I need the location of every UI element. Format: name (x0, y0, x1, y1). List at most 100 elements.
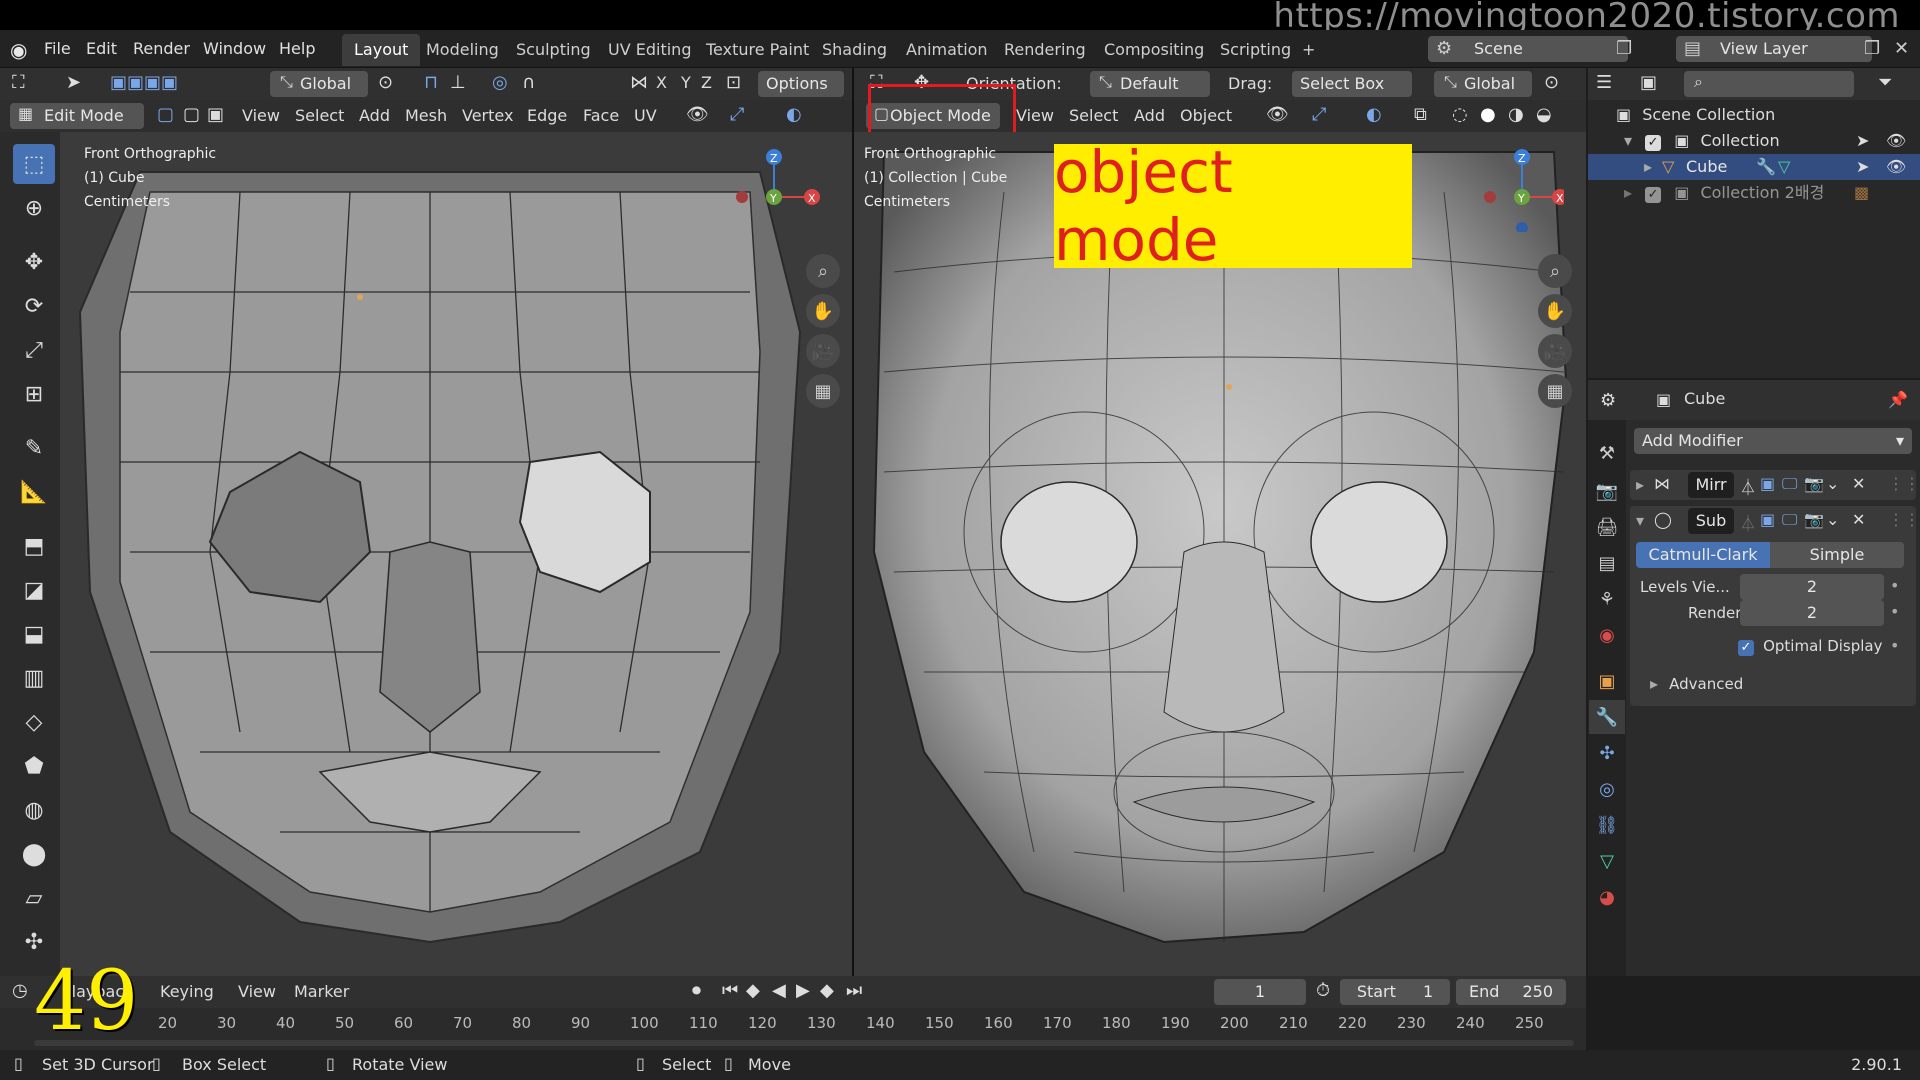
vertex-select-icon[interactable]: ▢ (157, 104, 174, 125)
overlay-toggle-icon[interactable]: ◐ (786, 104, 802, 125)
axis-y[interactable]: Y (681, 73, 691, 92)
tab-layout[interactable]: Layout (342, 34, 421, 66)
record-icon[interactable]: ⏺ (692, 980, 701, 1001)
sub-drag-handle-icon[interactable]: ⋮⋮ (1888, 510, 1920, 529)
left-menu-mesh[interactable]: Mesh (405, 103, 447, 129)
sub-delete-icon[interactable]: ✕ (1852, 510, 1865, 529)
annotate-tool-icon[interactable]: ✎ (13, 428, 55, 468)
box-select-icon[interactable]: ▣▣▣▣ (110, 72, 178, 93)
falloff-icon[interactable]: ∩ (522, 72, 535, 93)
tab-animation[interactable]: Animation (894, 34, 1000, 66)
outliner-type-icon[interactable]: ☰ (1596, 72, 1612, 93)
new-view-layer-icon[interactable]: ❐ (1864, 38, 1880, 59)
mirror-name-field[interactable]: Mirr (1688, 472, 1734, 498)
play-reverse-icon[interactable]: ◀ (772, 980, 786, 1001)
options-dropdown[interactable]: Options ▾ (758, 71, 844, 119)
snap-target-icon[interactable]: ⊥ (450, 72, 466, 93)
sub-render-icon[interactable]: 📷 (1804, 510, 1824, 529)
object-tab-icon[interactable]: ▣ (1589, 664, 1625, 698)
select-mode-icon[interactable]: ➤ (66, 72, 81, 93)
scene-tab-icon[interactable]: ⚘ (1589, 582, 1625, 616)
edge-select-icon[interactable]: ▢ (183, 104, 200, 125)
filter-icon[interactable]: ⏷ (1878, 72, 1892, 93)
mirror-render-icon[interactable]: 📷 (1804, 474, 1824, 493)
material-tab-icon[interactable]: ◕ (1589, 880, 1625, 914)
left-viewport[interactable]: Front Orthographic (1) Cube Centimeters … (60, 132, 852, 976)
data-tab-icon[interactable]: ▽ (1589, 844, 1625, 878)
timeline-ruler[interactable]: 20 30 40 50 60 70 80 90 100 110 120 130 140 150 160 170… (0, 1014, 1586, 1038)
expand-icon[interactable]: ▾ (1624, 131, 1632, 150)
snap-icon[interactable]: ⊓ (424, 72, 438, 93)
left-menu-face[interactable]: Face (583, 103, 619, 129)
tab-uv-editing[interactable]: UV Editing (596, 34, 703, 66)
camera-icon[interactable]: 🎥 (806, 334, 840, 368)
render-tab-icon[interactable]: 📷 (1589, 474, 1625, 508)
render-levels-field[interactable]: 2 (1740, 600, 1884, 626)
poly-build-tool-icon[interactable]: ⬟ (13, 746, 55, 786)
modifier-tab-icon[interactable]: 🔧 (1589, 700, 1625, 734)
advanced-subpanel[interactable]: ▸ Advanced (1650, 672, 1743, 696)
extrude-tool-icon[interactable]: ⬒ (13, 526, 55, 566)
outliner-search-input[interactable] (1684, 71, 1854, 97)
visibility-eye-icon[interactable]: 👁 (1886, 128, 1906, 154)
properties-type-icon[interactable]: ⚙ (1600, 390, 1616, 411)
new-scene-icon[interactable]: ❐ (1616, 38, 1632, 59)
sub-edit-cage-icon[interactable]: ⏃ (1740, 510, 1756, 534)
pan-icon[interactable]: ✋ (806, 294, 840, 328)
right-pan-icon[interactable]: ✋ (1538, 294, 1572, 328)
right-viewport[interactable]: Front Orthographic (1) Collection | Cube… (854, 132, 1586, 976)
right-menu-add[interactable]: Add (1134, 103, 1165, 129)
loop-cut-tool-icon[interactable]: ▥ (13, 658, 55, 698)
select-tool-icon[interactable]: ⬚ (13, 144, 55, 184)
scale-tool-icon[interactable]: ⤢ (13, 330, 55, 370)
scene-collection-row[interactable]: ▣ Scene Collection (1616, 102, 1775, 128)
sub-viewport-icon[interactable]: 🖵 (1782, 510, 1797, 530)
nav-gizmo-left[interactable]: Z X Y (730, 132, 820, 222)
levels-viewport-field[interactable]: 2 (1740, 574, 1884, 600)
mirror-icon[interactable]: ⋈ (630, 72, 648, 93)
jump-start-icon[interactable]: ⏮ (722, 980, 738, 1001)
right-ortho-icon[interactable]: ▦ (1538, 374, 1572, 408)
cursor-tool-icon[interactable]: ⊕ (13, 188, 55, 228)
right-pivot-icon[interactable]: ⊙ (1544, 72, 1559, 93)
sub-menu-icon[interactable]: ⌄ (1826, 510, 1839, 529)
collection2-expand-icon[interactable]: ▸ (1624, 183, 1632, 202)
outliner-row-cube[interactable]: ▸ ▽ Cube 🔧 ▽ ➤ 👁 (1588, 154, 1920, 180)
axis-z[interactable]: Z (701, 73, 712, 92)
simple-button[interactable]: Simple (1770, 542, 1904, 568)
left-menu-edge[interactable]: Edge (527, 103, 567, 129)
blender-logo-icon[interactable]: ◉ (10, 38, 27, 62)
material-shading-icon[interactable]: ◑ (1508, 104, 1524, 125)
wireframe-shading-icon[interactable]: ◌ (1452, 104, 1468, 125)
axis-x[interactable]: X (656, 73, 667, 92)
menu-window[interactable]: Window (194, 30, 275, 68)
drag-select[interactable]: Select Box (1292, 71, 1412, 97)
prev-keyframe-icon[interactable]: ◆ (746, 980, 760, 1001)
output-tab-icon[interactable]: 🖨 (1589, 510, 1625, 544)
view-layer-tab-icon[interactable]: ▤ (1589, 546, 1625, 580)
advanced-expand-icon[interactable]: ▸ (1650, 674, 1658, 693)
transform-tool-icon[interactable]: ⊞ (13, 374, 55, 414)
pin-icon[interactable]: 📌 (1888, 390, 1908, 409)
shear-tool-icon[interactable]: ▱ (13, 878, 55, 918)
optimal-display-check-icon[interactable]: ✓ (1738, 640, 1754, 656)
mirror-delete-icon[interactable]: ✕ (1852, 474, 1865, 493)
tab-scripting[interactable]: Scripting (1208, 34, 1303, 66)
gizmo-toggle-icon[interactable]: ⤢ (730, 104, 744, 125)
proportional-edit-icon[interactable]: ◎ (492, 72, 508, 93)
cube-selectable-icon[interactable]: ➤ (1856, 154, 1869, 180)
right-overlay-icon[interactable]: ◐ (1366, 104, 1382, 125)
knife-tool-icon[interactable]: ◇ (13, 702, 55, 742)
sub-name-field[interactable]: Sub (1688, 508, 1734, 534)
start-frame-field[interactable]: Start 1 (1340, 979, 1450, 1005)
menu-help[interactable]: Help (270, 30, 324, 68)
xray-icon[interactable]: ⧉ (1414, 104, 1427, 125)
tool-tab-icon[interactable]: ⚒ (1589, 436, 1625, 470)
sub-expand-icon[interactable]: ▾ (1636, 511, 1644, 530)
end-frame-field[interactable]: End 250 (1456, 979, 1566, 1005)
menu-edit[interactable]: Edit (77, 30, 126, 68)
tab-modeling[interactable]: Modeling (414, 34, 511, 66)
nav-gizmo-right[interactable]: Z X Y (1464, 132, 1564, 232)
catmull-clark-button[interactable]: Catmull-Clark (1636, 542, 1770, 568)
render-keyframe-icon[interactable]: • (1890, 602, 1899, 621)
